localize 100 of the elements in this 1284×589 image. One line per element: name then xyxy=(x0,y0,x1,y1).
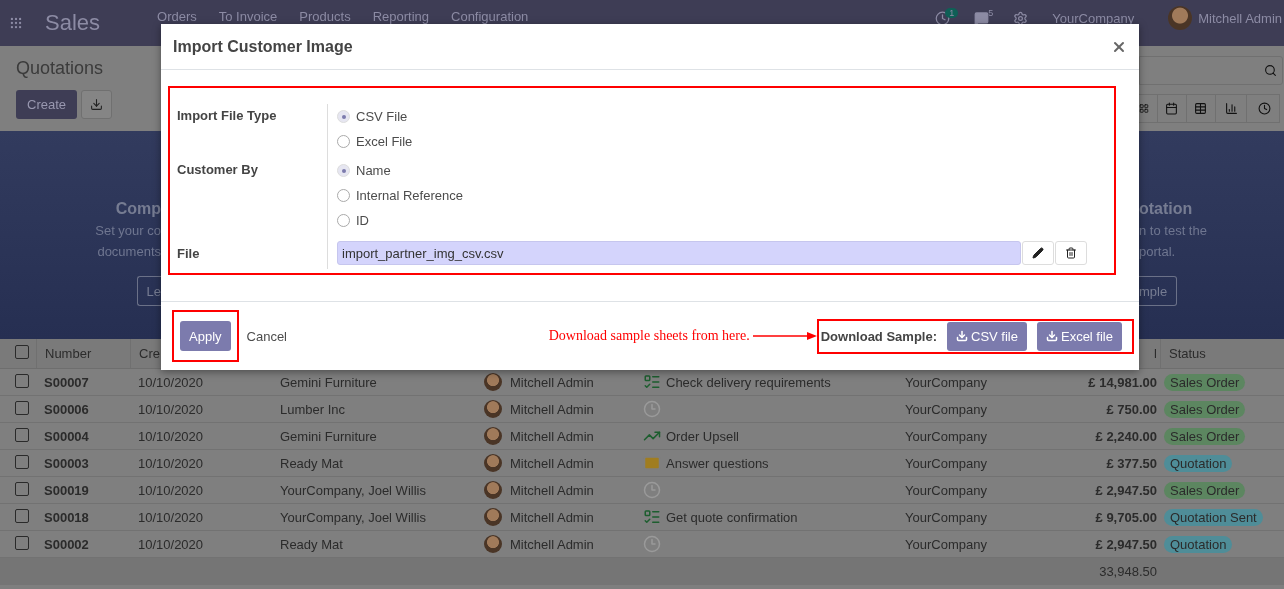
radio-option[interactable]: Excel File xyxy=(337,129,1106,154)
table-cell: Check delivery requirements xyxy=(666,374,831,390)
avatar xyxy=(484,427,502,445)
row-checkbox[interactable] xyxy=(15,481,29,496)
menu-item[interactable]: To Invoice xyxy=(218,9,278,24)
radio-option[interactable]: Internal Reference xyxy=(337,183,1106,208)
status-badge: Sales Order xyxy=(1164,400,1246,418)
table-cell-text: YourCompany xyxy=(904,374,988,390)
menu-item[interactable]: Products xyxy=(299,9,351,24)
table-cell-text: 10/10/2020 xyxy=(137,536,205,552)
row-checkbox[interactable] xyxy=(15,454,29,469)
table-cell-text: S00004 xyxy=(43,428,90,444)
view-button[interactable] xyxy=(1138,94,1158,123)
task-list-icon xyxy=(643,373,661,391)
field-label: Customer By xyxy=(177,162,258,177)
bar-chart-icon xyxy=(1225,102,1238,115)
table-cell-text: 10/10/2020 xyxy=(137,428,205,444)
table-cell-text: Ready Mat xyxy=(279,536,344,552)
table-cell-text: 10/10/2020 xyxy=(137,455,205,471)
avatar xyxy=(484,400,502,418)
table-cell-text: YourCompany, Joel Willis xyxy=(279,509,427,525)
table-cell-text: S00007 xyxy=(43,374,90,390)
dialog-title: Import Customer Image xyxy=(173,37,353,56)
sample-download-button[interactable]: CSV file xyxy=(947,321,1027,351)
banner-text: documents xyxy=(97,243,161,261)
table-cell-text: Gemini Furniture xyxy=(279,374,378,390)
sample-download-button[interactable]: Excel file xyxy=(1036,321,1122,351)
status-badge: Quotation xyxy=(1164,535,1233,553)
menu-item[interactable]: Orders xyxy=(157,9,197,24)
search-field[interactable] xyxy=(1139,56,1283,85)
message-count: 5 xyxy=(987,7,995,18)
clock-icon xyxy=(643,400,661,418)
create-button[interactable]: Create xyxy=(16,90,78,119)
table-cell-text: Ready Mat xyxy=(279,455,344,471)
table-cell-text: YourCompany, Joel Willis xyxy=(279,482,427,498)
table-cell-text: £ 2,240.00 xyxy=(1094,428,1158,444)
calendar-icon xyxy=(1165,102,1178,115)
radio-option[interactable]: Name xyxy=(337,158,1106,183)
table-cell-text: £ 14,981.00 xyxy=(1087,374,1158,390)
download-icon xyxy=(956,330,968,342)
row-checkbox[interactable] xyxy=(15,373,29,388)
table-cell-text: S00019 xyxy=(43,482,90,498)
table-cell-text: YourCompany xyxy=(904,428,988,444)
task-list-icon xyxy=(643,508,661,526)
table-cell: Mitchell Admin xyxy=(510,455,594,471)
radio-option[interactable]: CSV File xyxy=(337,104,1106,129)
row-checkbox[interactable] xyxy=(15,427,29,442)
table-cell-text: S00003 xyxy=(43,455,90,471)
row-checkbox[interactable] xyxy=(15,535,29,550)
table-cell-text: £ 2,947.50 xyxy=(1094,536,1158,552)
banner-title: otation xyxy=(1139,199,1193,219)
clock-icon xyxy=(643,481,661,499)
banner-title: Comp xyxy=(115,199,161,219)
field-label: File xyxy=(177,246,200,261)
column-header[interactable]: Status xyxy=(1161,346,1206,361)
menu-item[interactable]: Reporting xyxy=(372,9,429,24)
table-cell-text: £ 750.00 xyxy=(1105,401,1158,417)
row-checkbox[interactable] xyxy=(15,508,29,523)
column-header[interactable]: Cre xyxy=(131,346,160,361)
download-icon xyxy=(1045,330,1058,342)
user-menu[interactable]: Mitchell Admin xyxy=(1198,10,1282,26)
row-checkbox[interactable] xyxy=(15,400,29,415)
sample-label: Download Sample: xyxy=(820,328,937,344)
table-cell-text: Lumber Inc xyxy=(279,401,347,417)
trash-icon xyxy=(1065,247,1077,259)
table-cell-text: YourCompany xyxy=(904,509,988,525)
activity-icon[interactable] xyxy=(935,10,951,26)
file-field[interactable]: import_partner_img_csv.csv xyxy=(337,241,1021,265)
table-cell-text: £ 377.50 xyxy=(1105,455,1158,471)
avatar xyxy=(484,535,502,553)
banner-text: Set your co xyxy=(95,222,161,240)
banner-text: n to test the xyxy=(1139,222,1207,240)
table-cell-text: Gemini Furniture xyxy=(279,428,378,444)
total-sum: 33,948.50 xyxy=(1098,564,1158,579)
status-badge: Sales Order xyxy=(1164,373,1246,391)
menu-item[interactable]: Configuration xyxy=(451,9,529,24)
avatar xyxy=(484,373,502,391)
cancel-link[interactable]: Cancel xyxy=(246,328,287,344)
table-cell-text: 10/10/2020 xyxy=(137,374,205,390)
chat-icon[interactable] xyxy=(974,10,990,26)
download-icon xyxy=(90,98,104,111)
radio-option[interactable]: ID xyxy=(337,208,1106,233)
table-cell-text: YourCompany xyxy=(904,536,988,552)
annotation-note: Download sample sheets from here. xyxy=(548,328,750,344)
envelope-icon xyxy=(643,454,661,472)
table-cell: Get quote confirmation xyxy=(666,509,798,525)
status-badge: Sales Order xyxy=(1164,481,1246,499)
company-switcher[interactable]: YourCompany xyxy=(1052,10,1135,26)
download-button[interactable] xyxy=(81,90,113,119)
table-cell-text: 10/10/2020 xyxy=(137,482,205,498)
table-cell: Order Upsell xyxy=(666,428,739,444)
delete-button[interactable] xyxy=(1055,241,1087,265)
banner-text: portal. xyxy=(1139,243,1176,261)
table-cell: Mitchell Admin xyxy=(510,509,594,525)
apply-button[interactable]: Apply xyxy=(180,321,231,351)
settings-icon[interactable] xyxy=(1013,10,1029,26)
column-header[interactable]: Number xyxy=(37,346,92,361)
edit-button[interactable] xyxy=(1022,241,1054,265)
select-all-checkbox[interactable] xyxy=(15,345,29,359)
table-cell-text: S00018 xyxy=(43,509,90,525)
